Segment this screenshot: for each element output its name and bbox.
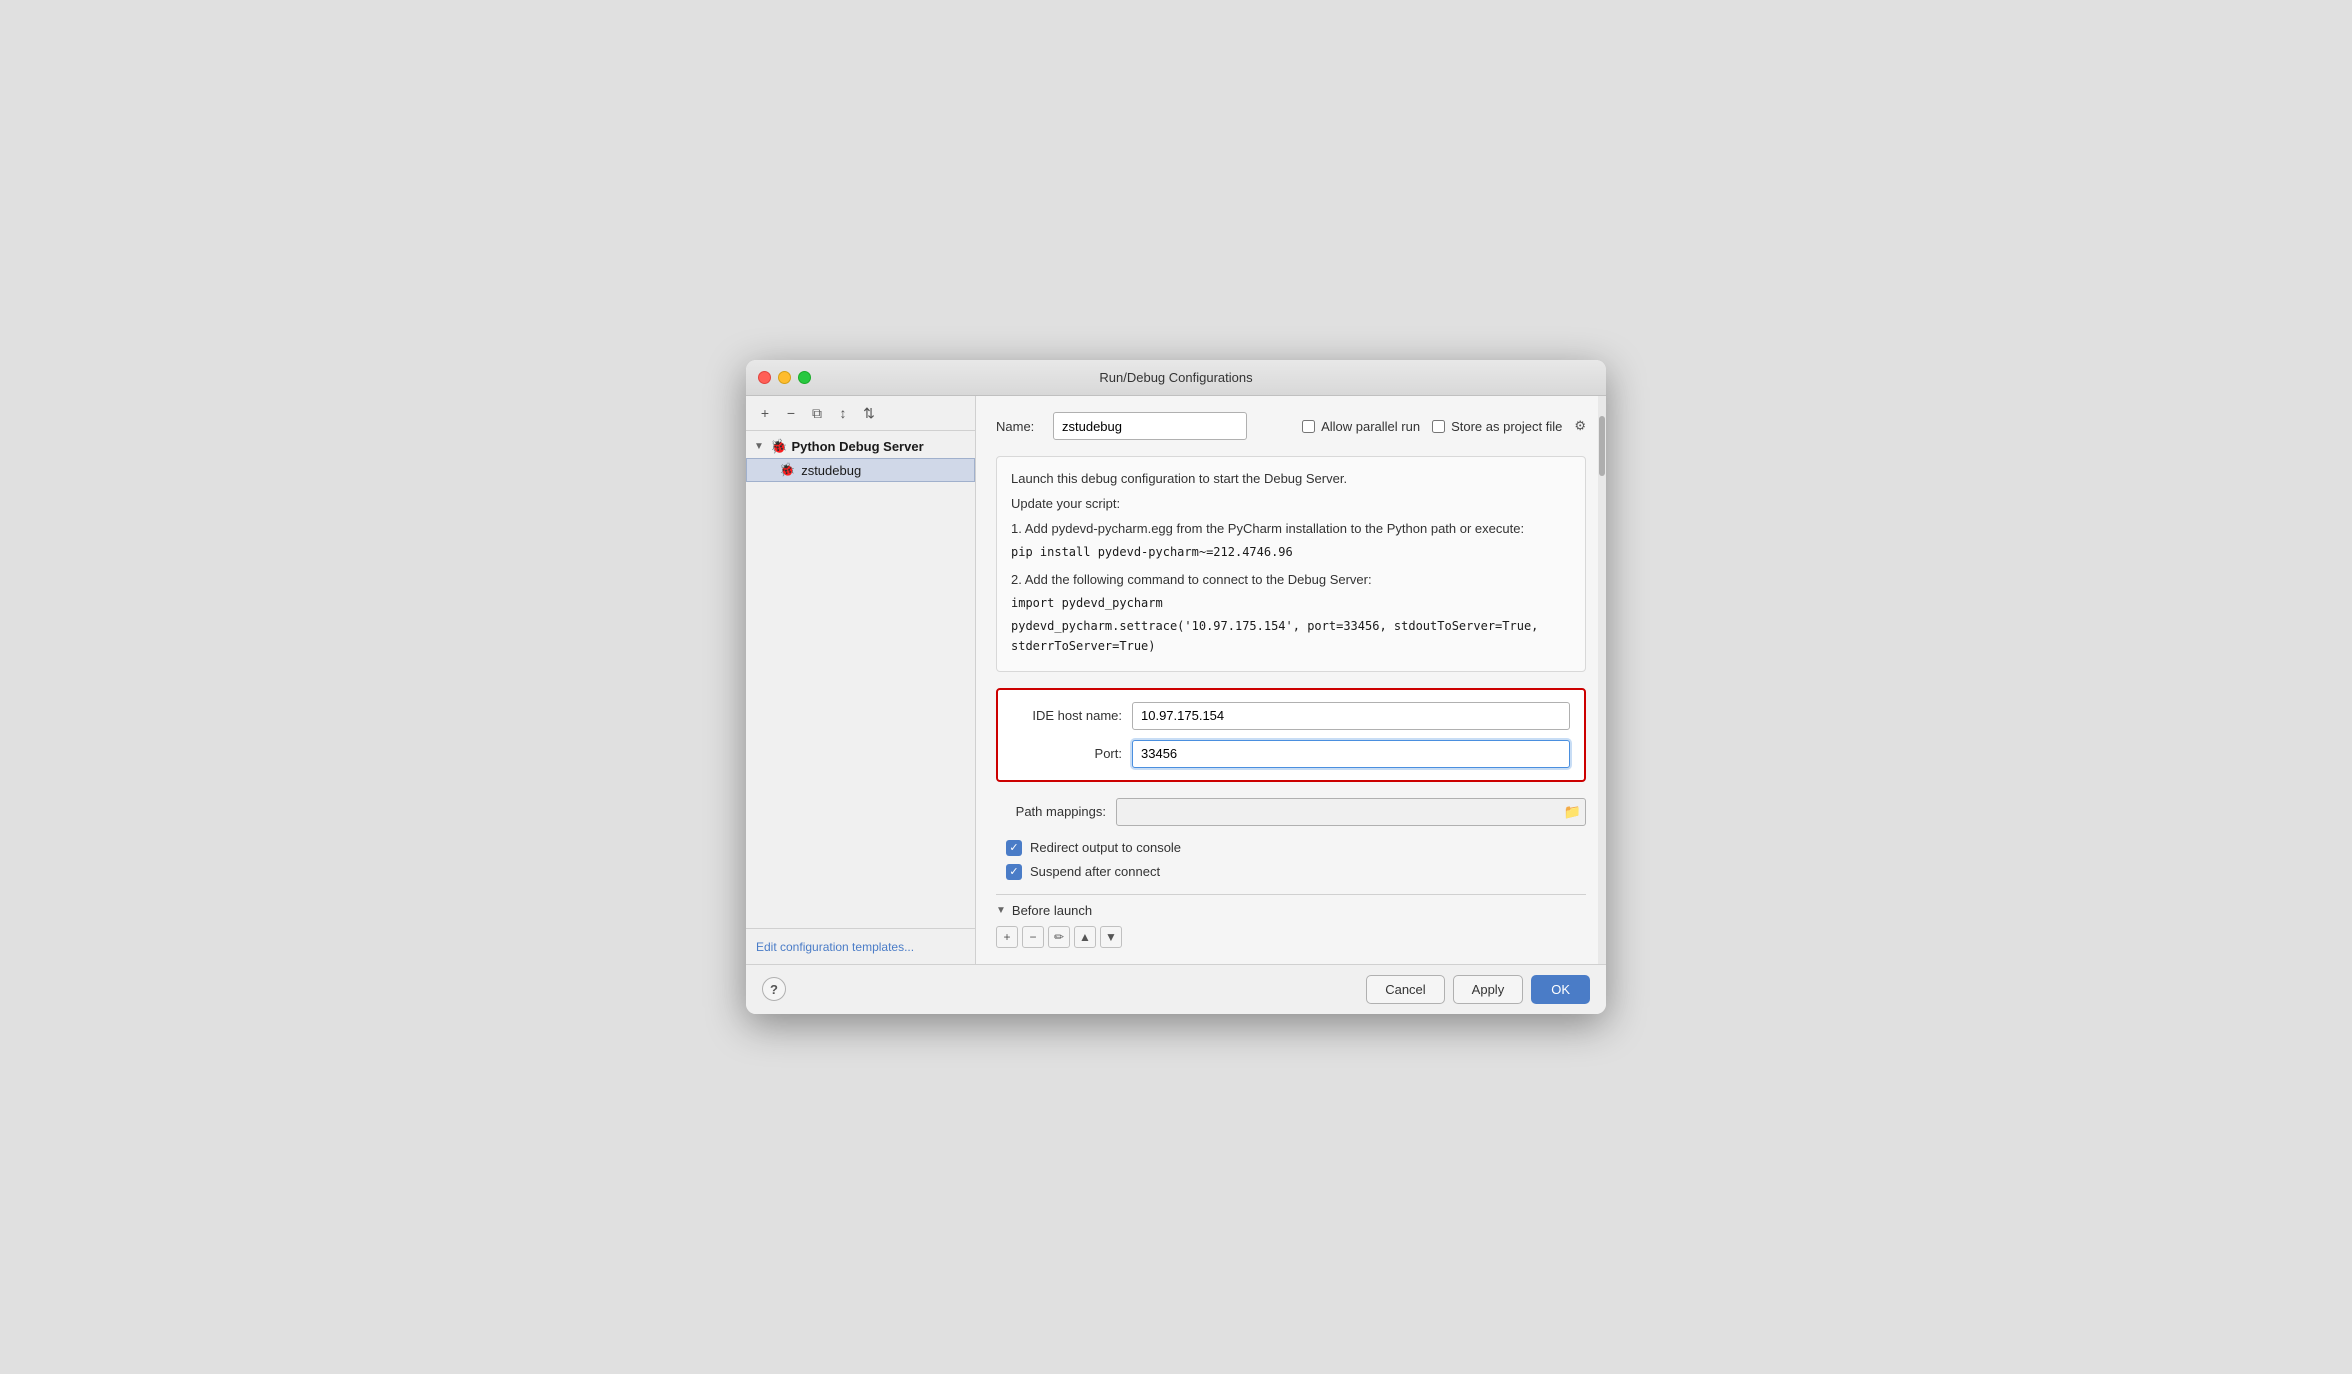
chevron-icon: ▼ [754,441,766,452]
debug-server-group-icon: 🐞 [770,438,787,455]
redirect-output-row: ✓ Redirect output to console [1006,840,1586,856]
ide-host-row: IDE host name: [1012,702,1570,730]
scrollbar-track[interactable] [1598,396,1606,964]
before-launch-toolbar: + − ✏ ▲ ▼ [996,926,1586,948]
close-button[interactable] [758,371,771,384]
before-launch-section: ▼ Before launch + − ✏ ▲ ▼ [996,894,1586,948]
desc-line1: Launch this debug configuration to start… [1011,469,1571,490]
before-launch-divider [996,894,1586,895]
titlebar: Run/Debug Configurations [746,360,1606,396]
remove-config-button[interactable]: − [780,402,802,424]
redirect-output-label: Redirect output to console [1030,840,1181,855]
gear-icon[interactable]: ⚙ [1574,418,1586,434]
config-panel: Name: Allow parallel run Store as projec… [976,396,1606,964]
traffic-lights [758,371,811,384]
sidebar-footer: Edit configuration templates... [746,928,975,964]
edit-templates-link[interactable]: Edit configuration templates... [756,940,914,954]
suspend-after-checkbox[interactable]: ✓ [1006,864,1022,880]
desc-step2-code1: import pydevd_pycharm [1011,594,1571,614]
suspend-after-label: Suspend after connect [1030,864,1160,879]
path-mappings-input[interactable]: 📁 [1116,798,1586,826]
add-config-button[interactable]: + [754,402,776,424]
name-label: Name: [996,419,1041,434]
sidebar-tree: ▼ 🐞 Python Debug Server 🐞 zstudebug [746,431,975,928]
desc-line2: Update your script: [1011,494,1571,515]
desc-step2-text: 2. Add the following command to connect … [1011,570,1571,591]
port-label: Port: [1012,746,1122,761]
desc-step1-text: 1. Add pydevd-pycharm.egg from the PyCha… [1011,519,1571,540]
apply-button[interactable]: Apply [1453,975,1524,1004]
tree-child-label: zstudebug [801,463,861,478]
footer-buttons: Cancel Apply OK [1366,975,1590,1004]
highlighted-section: IDE host name: Port: [996,688,1586,782]
help-button[interactable]: ? [762,977,786,1001]
desc-step2-code2: pydevd_pycharm.settrace('10.97.175.154',… [1011,617,1571,657]
before-launch-move-up-button[interactable]: ▲ [1074,926,1096,948]
tree-group-label: Python Debug Server [791,439,923,454]
config-content: Name: Allow parallel run Store as projec… [976,396,1606,964]
config-panel-wrapper: Name: Allow parallel run Store as projec… [976,396,1606,964]
tree-group-python-debug-server[interactable]: ▼ 🐞 Python Debug Server [746,435,975,458]
window-title: Run/Debug Configurations [1099,370,1252,385]
desc-step1-code: pip install pydevd-pycharm~=212.4746.96 [1011,543,1571,563]
dialog-window: Run/Debug Configurations + − ⧉ ↕ ⇅ ▼ 🐞 P… [746,360,1606,1014]
debug-config-icon: 🐞 [779,462,795,478]
checkmark-icon: ✓ [1009,841,1018,854]
port-input[interactable] [1132,740,1570,768]
path-mappings-row: Path mappings: 📁 [996,798,1586,826]
allow-parallel-label[interactable]: Allow parallel run [1302,419,1420,434]
name-input[interactable] [1053,412,1247,440]
store-project-label[interactable]: Store as project file [1432,419,1562,434]
maximize-button[interactable] [798,371,811,384]
allow-parallel-checkbox[interactable] [1302,420,1315,433]
path-mappings-label: Path mappings: [996,804,1106,819]
cancel-button[interactable]: Cancel [1366,975,1444,1004]
description-box: Launch this debug configuration to start… [996,456,1586,672]
name-and-options-row: Name: Allow parallel run Store as projec… [996,412,1586,440]
copy-config-button[interactable]: ⧉ [806,402,828,424]
main-content: + − ⧉ ↕ ⇅ ▼ 🐞 Python Debug Server 🐞 zstu… [746,396,1606,964]
dialog-footer: ? Cancel Apply OK [746,964,1606,1014]
before-launch-label: Before launch [1012,903,1092,918]
scrollbar-thumb[interactable] [1599,416,1605,476]
before-launch-header[interactable]: ▼ Before launch [996,903,1586,918]
suspend-after-row: ✓ Suspend after connect [1006,864,1586,880]
move-config-button[interactable]: ↕ [832,402,854,424]
sort-config-button[interactable]: ⇅ [858,402,880,424]
tree-item-zstudebug[interactable]: 🐞 zstudebug [746,458,975,482]
checkboxes-section: ✓ Redirect output to console ✓ Suspend a… [996,840,1586,880]
ok-button[interactable]: OK [1531,975,1590,1004]
before-launch-remove-button[interactable]: − [1022,926,1044,948]
ide-host-label: IDE host name: [1012,708,1122,723]
sidebar: + − ⧉ ↕ ⇅ ▼ 🐞 Python Debug Server 🐞 zstu… [746,396,976,964]
minimize-button[interactable] [778,371,791,384]
ide-host-input[interactable] [1132,702,1570,730]
before-launch-edit-button[interactable]: ✏ [1048,926,1070,948]
sidebar-toolbar: + − ⧉ ↕ ⇅ [746,396,975,431]
store-project-checkbox[interactable] [1432,420,1445,433]
path-mappings-browse-button[interactable]: 📁 [1564,803,1581,820]
redirect-output-checkbox[interactable]: ✓ [1006,840,1022,856]
before-launch-chevron-icon: ▼ [996,905,1006,916]
checkmark-icon2: ✓ [1009,865,1018,878]
before-launch-add-button[interactable]: + [996,926,1018,948]
before-launch-move-down-button[interactable]: ▼ [1100,926,1122,948]
port-row: Port: [1012,740,1570,768]
